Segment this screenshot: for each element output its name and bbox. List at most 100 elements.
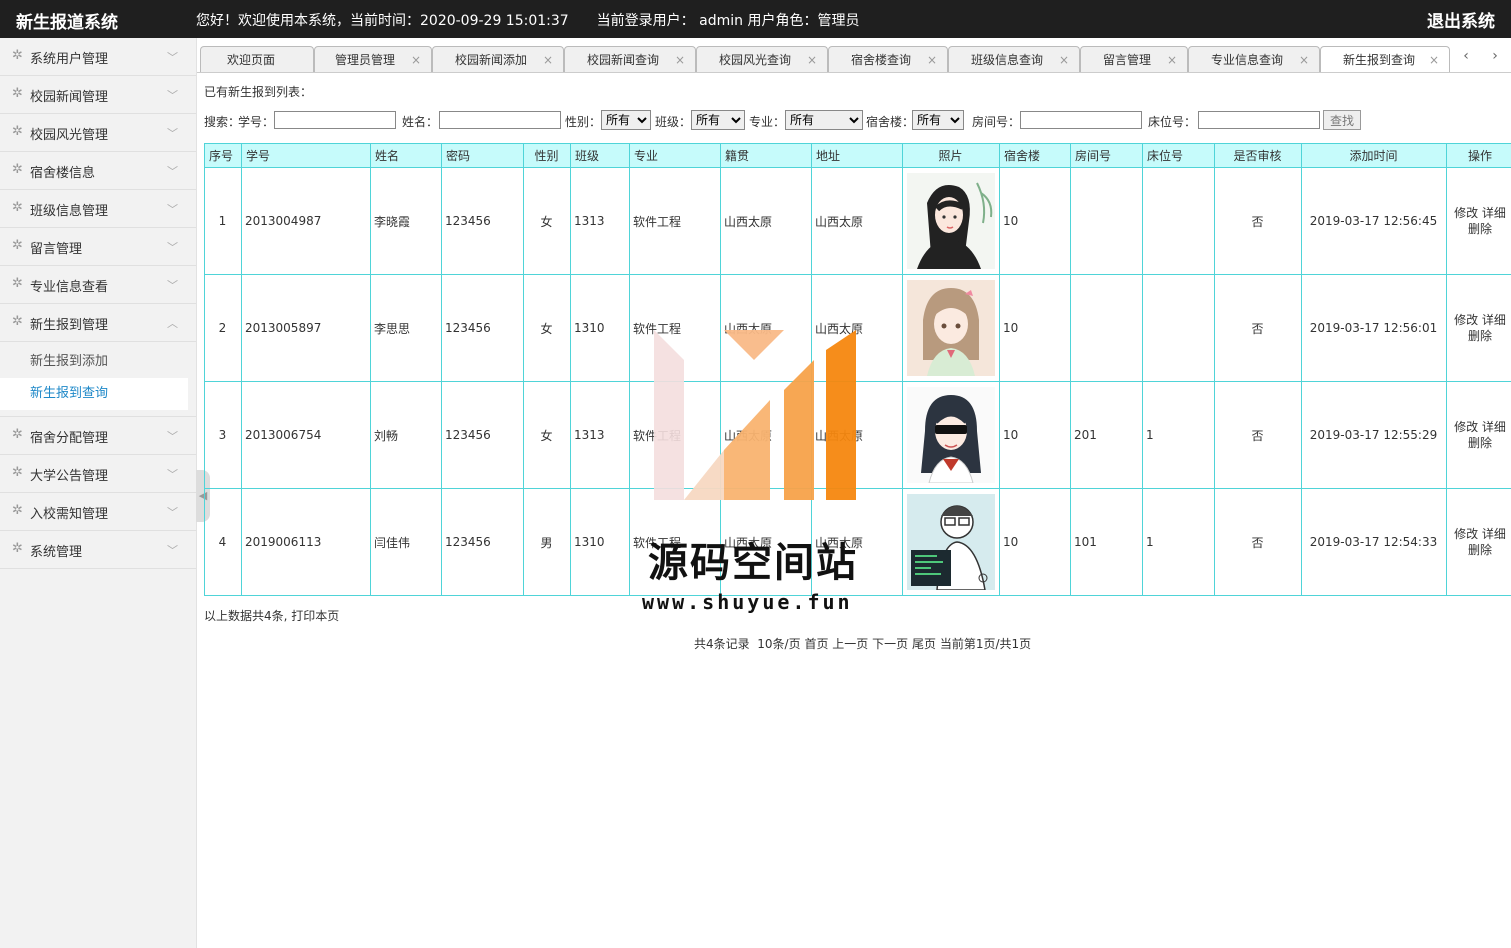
room-input[interactable]	[1020, 111, 1142, 129]
pager-next[interactable]: 下一页	[872, 637, 908, 651]
edit-link[interactable]: 修改	[1454, 313, 1478, 327]
chevron-up-icon: ︿	[167, 317, 178, 330]
close-icon[interactable]: ×	[807, 47, 817, 73]
close-icon[interactable]: ×	[1059, 47, 1069, 73]
table-row: 2 2013005897 李思思 123456 女 1310 软件工程 山西太原…	[204, 274, 1511, 382]
close-icon[interactable]: ×	[1167, 47, 1177, 73]
tab-message-management[interactable]: 留言管理 ×	[1080, 46, 1188, 72]
delete-link[interactable]: 删除	[1468, 543, 1492, 557]
cell-audited: 否	[1214, 167, 1302, 275]
sidebar-item-news-management[interactable]: ✲ 校园新闻管理 ﹀	[0, 76, 196, 114]
cell-no: 4	[204, 488, 242, 596]
sidebar-item-scenery-management[interactable]: ✲ 校园风光管理 ﹀	[0, 114, 196, 152]
gear-icon: ✲	[12, 48, 23, 63]
detail-link[interactable]: 详细	[1482, 206, 1506, 220]
cell-native: 山西太原	[720, 381, 812, 489]
pager-first[interactable]: 首页	[804, 637, 828, 651]
table-header-row: 序号 学号 姓名 密码 性别 班级 专业 籍贯 地址 照片 宿舍楼 房间号 床位…	[204, 143, 1511, 168]
sidebar-item-announcement-management[interactable]: ✲ 大学公告管理 ﹀	[0, 455, 196, 493]
cell-audited: 否	[1214, 381, 1302, 489]
tab-news-add[interactable]: 校园新闻添加 ×	[432, 46, 564, 72]
sidebar-subitem-registration-query[interactable]: 新生报到查询	[0, 378, 188, 410]
cell-address: 山西太原	[811, 381, 903, 489]
sidebar-item-registration-management[interactable]: ✲ 新生报到管理 ︿	[0, 304, 196, 342]
column-header: 床位号	[1142, 143, 1215, 168]
edit-link[interactable]: 修改	[1454, 420, 1478, 434]
cell-class: 1313	[570, 381, 630, 489]
delete-link[interactable]: 删除	[1468, 436, 1492, 450]
dorm-select[interactable]: 所有	[912, 110, 964, 130]
name-input[interactable]	[439, 111, 561, 129]
close-icon[interactable]: ×	[543, 47, 553, 73]
sidebar-item-major-info[interactable]: ✲ 专业信息查看 ﹀	[0, 266, 196, 304]
logout-button[interactable]: 退出系统	[1427, 7, 1495, 32]
tab-scroll-left-icon[interactable]: ‹	[1457, 48, 1475, 68]
gear-icon: ✲	[12, 86, 23, 101]
major-select[interactable]: 所有	[785, 110, 863, 130]
cell-password: 123456	[441, 274, 524, 382]
tab-label: 专业信息查询	[1211, 53, 1284, 67]
cell-dorm: 10	[999, 167, 1071, 275]
chevron-down-icon: ﹀	[167, 51, 178, 64]
detail-link[interactable]: 详细	[1482, 420, 1506, 434]
chevron-down-icon: ﹀	[167, 544, 178, 557]
gear-icon: ✲	[12, 238, 23, 253]
close-icon[interactable]: ×	[927, 47, 937, 73]
sidebar-item-user-management[interactable]: ✲ 系统用户管理 ﹀	[0, 38, 196, 76]
close-icon[interactable]: ×	[1299, 47, 1309, 73]
chevron-down-icon: ﹀	[167, 241, 178, 254]
pager-prev[interactable]: 上一页	[832, 637, 868, 651]
registration-submenu: 新生报到添加 新生报到查询	[0, 342, 196, 417]
column-header: 姓名	[370, 143, 442, 168]
tab-label: 留言管理	[1103, 53, 1152, 67]
tab-major-query[interactable]: 专业信息查询 ×	[1188, 46, 1320, 72]
tab-scenery-query[interactable]: 校园风光查询 ×	[696, 46, 828, 72]
student-no-input[interactable]	[274, 111, 396, 129]
pager-last[interactable]: 尾页	[912, 637, 936, 651]
tab-scroll-right-icon[interactable]: ›	[1486, 48, 1504, 68]
sidebar-item-enrollment-notice[interactable]: ✲ 入校需知管理 ﹀	[0, 493, 196, 531]
close-icon[interactable]: ×	[675, 47, 685, 73]
tab-label: 校园风光查询	[719, 53, 792, 67]
cell-native: 山西太原	[720, 274, 812, 382]
student-photo	[906, 387, 995, 483]
detail-link[interactable]: 详细	[1482, 527, 1506, 541]
delete-link[interactable]: 删除	[1468, 222, 1492, 236]
column-header: 操作	[1446, 143, 1511, 168]
gender-select[interactable]: 所有	[601, 110, 651, 130]
sidebar-item-message-management[interactable]: ✲ 留言管理 ﹀	[0, 228, 196, 266]
class-select[interactable]: 所有	[691, 110, 745, 130]
sidebar-subitem-registration-add[interactable]: 新生报到添加	[0, 346, 188, 378]
close-icon[interactable]: ×	[1429, 47, 1439, 73]
sidebar-item-label: 校园风光管理	[30, 128, 109, 143]
sidebar-item-dorm-allocation[interactable]: ✲ 宿舍分配管理 ﹀	[0, 417, 196, 455]
sidebar-item-class-management[interactable]: ✲ 班级信息管理 ﹀	[0, 190, 196, 228]
column-header: 宿舍楼	[999, 143, 1071, 168]
tab-welcome[interactable]: 欢迎页面	[200, 46, 314, 72]
sidebar-item-dorm-info[interactable]: ✲ 宿舍楼信息 ﹀	[0, 152, 196, 190]
watermark-url: www.shuyue.fun	[642, 590, 853, 614]
sidebar-item-label: 大学公告管理	[30, 469, 109, 484]
tab-admin-management[interactable]: 管理员管理 ×	[314, 46, 432, 72]
cell-password: 123456	[441, 488, 524, 596]
cell-audited: 否	[1214, 274, 1302, 382]
sidebar-item-system-management[interactable]: ✲ 系统管理 ﹀	[0, 531, 196, 569]
pager-per-page: 10条/页	[757, 637, 801, 651]
close-icon[interactable]: ×	[411, 47, 421, 73]
column-header: 密码	[441, 143, 524, 168]
tab-class-query[interactable]: 班级信息查询 ×	[948, 46, 1080, 72]
search-button[interactable]: 查找	[1323, 110, 1362, 130]
detail-link[interactable]: 详细	[1482, 313, 1506, 327]
edit-link[interactable]: 修改	[1454, 206, 1478, 220]
tab-dorm-query[interactable]: 宿舍楼查询 ×	[828, 46, 948, 72]
column-header: 班级	[570, 143, 630, 168]
gear-icon: ✲	[12, 427, 23, 442]
edit-link[interactable]: 修改	[1454, 527, 1478, 541]
tab-news-query[interactable]: 校园新闻查询 ×	[564, 46, 696, 72]
sidebar-item-label: 专业信息查看	[30, 280, 109, 295]
bed-input[interactable]	[1198, 111, 1320, 129]
tab-registration-query[interactable]: 新生报到查询 ×	[1320, 46, 1450, 72]
delete-link[interactable]: 删除	[1468, 329, 1492, 343]
cell-native: 山西太原	[720, 167, 812, 275]
cell-gender: 女	[523, 381, 571, 489]
